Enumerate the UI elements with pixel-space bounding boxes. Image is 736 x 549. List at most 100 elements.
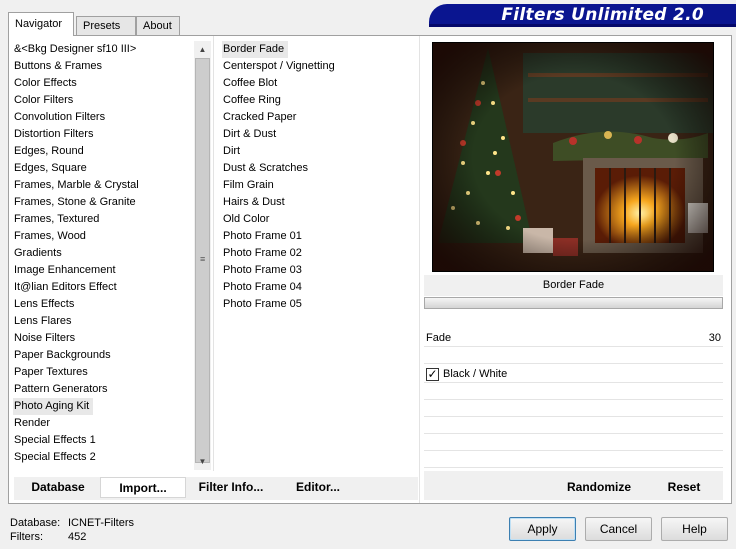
filters-count-value: 452 xyxy=(68,531,87,543)
reset-button[interactable]: Reset xyxy=(664,477,704,498)
bw-label: Black / White xyxy=(443,368,508,380)
tab-about[interactable]: About xyxy=(136,16,180,35)
category-item-row: Special Effects 2 xyxy=(13,449,194,466)
filter-item[interactable]: Dust & Scratches xyxy=(222,160,308,177)
app-title: Filters Unlimited 2.0 xyxy=(501,5,704,25)
randomize-button[interactable]: Randomize xyxy=(564,477,634,498)
category-item[interactable]: Special Effects 2 xyxy=(13,449,96,466)
filter-item[interactable]: Photo Frame 01 xyxy=(222,228,302,245)
filter-item[interactable]: Photo Frame 05 xyxy=(222,296,302,313)
category-item[interactable]: Paper Textures xyxy=(13,364,88,381)
cancel-button[interactable]: Cancel xyxy=(585,517,652,541)
filter-list[interactable]: Border Fade Centerspot / Vignetting Coffee… xyxy=(222,41,417,469)
filter-info-button[interactable]: Filter Info... xyxy=(198,477,264,498)
category-item[interactable]: Tile & Mirror xyxy=(13,466,73,469)
category-item[interactable]: Frames, Textured xyxy=(13,211,99,228)
category-item-row: Color Effects xyxy=(13,75,194,92)
preview-slider[interactable] xyxy=(424,297,723,309)
filter-item[interactable]: Centerspot / Vignetting xyxy=(222,58,335,75)
param-empty-row xyxy=(424,434,723,451)
filter-item-row: Cracked Paper xyxy=(222,109,417,126)
filter-item[interactable]: Photo Frame 03 xyxy=(222,262,302,279)
category-scrollbar[interactable]: ▲ ≡ ▼ xyxy=(194,41,211,470)
category-item-row: Distortion Filters xyxy=(13,126,194,143)
preview-picture xyxy=(433,43,713,271)
category-item[interactable]: Pattern Generators xyxy=(13,381,108,398)
param-empty-row xyxy=(424,451,723,468)
filter-item[interactable]: Coffee Ring xyxy=(222,92,281,109)
filter-item[interactable]: Border Fade xyxy=(222,41,289,58)
category-item[interactable]: Photo Aging Kit xyxy=(13,398,94,415)
apply-button[interactable]: Apply xyxy=(509,517,576,541)
param-empty-row xyxy=(424,417,723,434)
filters-count-label: Filters: xyxy=(10,531,43,543)
category-item[interactable]: &<Bkg Designer sf10 III> xyxy=(13,41,136,58)
category-item[interactable]: Buttons & Frames xyxy=(13,58,102,75)
param-bw-row[interactable]: ✓ Black / White xyxy=(424,366,723,383)
category-item-row: Lens Flares xyxy=(13,313,194,330)
category-item[interactable]: Lens Flares xyxy=(13,313,71,330)
category-list[interactable]: &<Bkg Designer sf10 III> Buttons & Frames… xyxy=(13,41,194,469)
scroll-down-icon[interactable]: ▼ xyxy=(194,453,211,470)
category-item-row: Frames, Textured xyxy=(13,211,194,228)
title-banner: Filters Unlimited 2.0 xyxy=(429,4,736,27)
editor-button[interactable]: Editor... xyxy=(294,477,342,498)
category-item-row: Frames, Marble & Crystal xyxy=(13,177,194,194)
category-item[interactable]: Frames, Stone & Granite xyxy=(13,194,136,211)
help-button[interactable]: Help xyxy=(661,517,728,541)
database-button[interactable]: Database xyxy=(28,477,88,498)
filter-item-row: Photo Frame 02 xyxy=(222,245,417,262)
category-item[interactable]: Frames, Wood xyxy=(13,228,86,245)
tab-presets[interactable]: Presets xyxy=(76,16,136,35)
filter-item[interactable]: Photo Frame 02 xyxy=(222,245,302,262)
tab-navigator[interactable]: Navigator xyxy=(8,12,74,36)
import-button[interactable]: Import... xyxy=(100,477,186,498)
category-item[interactable]: Distortion Filters xyxy=(13,126,93,143)
category-item[interactable]: Frames, Marble & Crystal xyxy=(13,177,139,194)
filter-item-row: Photo Frame 03 xyxy=(222,262,417,279)
category-item[interactable]: Paper Backgrounds xyxy=(13,347,111,364)
category-item[interactable]: Special Effects 1 xyxy=(13,432,96,449)
category-item[interactable]: Convolution Filters xyxy=(13,109,105,126)
category-item[interactable]: It@lian Editors Effect xyxy=(13,279,117,296)
preview-image xyxy=(432,42,714,272)
filter-item-row: Dirt xyxy=(222,143,417,160)
category-item-row: Paper Backgrounds xyxy=(13,347,194,364)
category-item[interactable]: Render xyxy=(13,415,50,432)
filter-item[interactable]: Old Color xyxy=(222,211,269,228)
category-item-row: Frames, Stone & Granite xyxy=(13,194,194,211)
category-item-row: &<Bkg Designer sf10 III> xyxy=(13,41,194,58)
category-item[interactable]: Edges, Square xyxy=(13,160,87,177)
category-item-row: Image Enhancement xyxy=(13,262,194,279)
filter-name-label: Border Fade xyxy=(424,275,723,296)
category-item-row: Render xyxy=(13,415,194,432)
list-toolbar: Database Import... Filter Info... Editor… xyxy=(14,477,418,500)
category-item[interactable]: Noise Filters xyxy=(13,330,75,347)
category-item[interactable]: Color Filters xyxy=(13,92,73,109)
filter-item[interactable]: Dirt & Dust xyxy=(222,126,276,143)
filter-item[interactable]: Film Grain xyxy=(222,177,274,194)
category-item-row: Gradients xyxy=(13,245,194,262)
bw-checkbox[interactable]: ✓ xyxy=(426,368,439,381)
category-item-row: Convolution Filters xyxy=(13,109,194,126)
category-item-row: Frames, Wood xyxy=(13,228,194,245)
category-item[interactable]: Lens Effects xyxy=(13,296,74,313)
filter-item-row: Photo Frame 05 xyxy=(222,296,417,313)
category-item[interactable]: Gradients xyxy=(13,245,62,262)
scroll-thumb[interactable]: ≡ xyxy=(195,58,210,463)
category-item[interactable]: Image Enhancement xyxy=(13,262,116,279)
category-item[interactable]: Color Effects xyxy=(13,75,77,92)
filter-item-row: Photo Frame 04 xyxy=(222,279,417,296)
filter-item-row: Coffee Blot xyxy=(222,75,417,92)
filter-item-row: Centerspot / Vignetting xyxy=(222,58,417,75)
filter-item[interactable]: Coffee Blot xyxy=(222,75,277,92)
filter-item[interactable]: Photo Frame 04 xyxy=(222,279,302,296)
filter-item[interactable]: Cracked Paper xyxy=(222,109,296,126)
category-item[interactable]: Edges, Round xyxy=(13,143,84,160)
category-item-row: Edges, Square xyxy=(13,160,194,177)
filter-item-row: Photo Frame 01 xyxy=(222,228,417,245)
filter-item[interactable]: Dirt xyxy=(222,143,240,160)
filter-item[interactable]: Hairs & Dust xyxy=(222,194,285,211)
param-fade-row[interactable]: Fade 30 xyxy=(424,330,723,347)
scroll-up-icon[interactable]: ▲ xyxy=(194,41,211,58)
